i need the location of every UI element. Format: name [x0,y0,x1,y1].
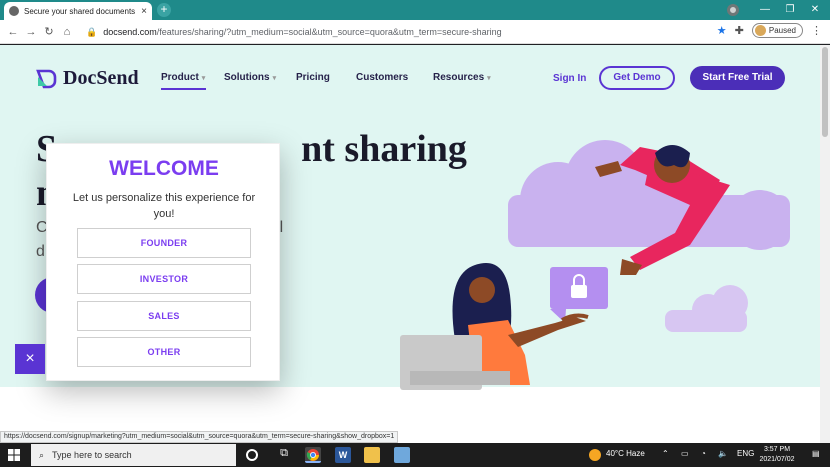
clock-date: 2021/07/02 [759,456,795,463]
webpage: DocSend Product ▾ Solutions ▾ Pricing Cust… [0,45,820,443]
nav-resources[interactable]: Resources ▾ [433,72,491,83]
browser-tab-strip: Secure your shared documents × + — ❐ ✕ [0,0,830,20]
battery-icon[interactable]: ▭ [681,449,689,458]
weather-icon[interactable] [589,449,601,461]
site-header: DocSend Product ▾ Solutions ▾ Pricing Cust… [0,45,820,111]
cortana-icon[interactable] [246,449,258,461]
nav-solutions[interactable]: Solutions ▾ [224,72,276,83]
taskbar-search-box[interactable]: ⌕ Type here to search [31,444,236,466]
bookmark-star-icon[interactable]: ★ [717,24,727,37]
chrome-taskbar-icon[interactable] [305,447,321,463]
welcome-modal: WELCOME Let us personalize this experien… [46,143,280,381]
reload-icon[interactable]: ↻ [40,25,58,38]
chevron-up-icon[interactable]: ⌃ [662,449,669,458]
hero-subtext-2-left: d [36,243,45,260]
url-path: /features/sharing/?utm_medium=social&utm… [156,27,502,37]
modal-close-button[interactable]: × [15,344,45,374]
option-sales-button[interactable]: SALES [77,301,251,331]
new-tab-button[interactable]: + [157,3,171,17]
file-explorer-icon[interactable] [364,447,380,463]
minimize-icon[interactable]: — [755,2,775,18]
back-icon[interactable]: ← [4,26,22,38]
modal-subtitle: Let us personalize this experience for y… [72,192,256,220]
address-toolbar: ← → ↻ ⌂ 🔒 docsend.com /features/sharing/… [0,20,830,44]
option-investor-button[interactable]: INVESTOR [77,264,251,294]
taskbar-clock[interactable]: 3:57 PM 2021/07/02 [756,445,798,465]
wifi-icon[interactable]: ◔ [701,449,706,458]
nav-pricing[interactable]: Pricing [296,72,330,83]
restore-icon[interactable]: ❐ [780,2,800,18]
home-icon[interactable]: ⌂ [58,26,76,38]
docsend-logo-icon [36,69,57,88]
forward-icon[interactable]: → [22,26,40,38]
scrollbar-thumb[interactable] [822,47,828,137]
avatar [754,25,766,36]
modal-title: WELCOME [109,157,219,180]
notifications-icon[interactable]: ▤ [812,449,820,458]
status-bar-url: https://docsend.com/signup/marketing?utm… [0,431,399,443]
menu-kebab-icon[interactable]: ⋮ [811,24,822,37]
tab-close-icon[interactable]: × [141,6,147,17]
option-other-button[interactable]: OTHER [77,337,251,367]
chevron-down-icon: ▾ [487,75,491,82]
option-founder-button[interactable]: FOUNDER [77,228,251,258]
browser-tab[interactable]: Secure your shared documents × [4,2,152,20]
task-view-icon[interactable]: ⧉ [276,447,292,463]
get-demo-button[interactable]: Get Demo [599,66,675,90]
nav-customers[interactable]: Customers [356,72,408,83]
hero-illustration [400,140,790,390]
hero-subtext-1-right: l [279,219,284,236]
nav-active-underline [161,88,206,90]
media-control-icon[interactable] [727,4,739,16]
profile-status: Paused [768,26,796,35]
nav-customers-label: Customers [356,72,409,83]
page-scrollbar[interactable] [820,45,830,443]
profile-button[interactable]: Paused [751,23,803,38]
clock-time: 3:57 PM [763,446,791,453]
url-host: docsend.com [103,27,157,37]
brand-name: DocSend [63,67,139,89]
favicon-icon [9,6,19,16]
brand-logo[interactable]: DocSend [35,67,139,90]
sign-in-link[interactable]: Sign In [553,73,586,84]
word-taskbar-icon[interactable]: W [335,447,351,463]
extensions-icon[interactable]: ✚ [735,24,744,37]
nav-pricing-label: Pricing [296,72,330,83]
chevron-down-icon: ▾ [201,75,206,82]
windows-taskbar: ⌕ Type here to search ⧉ W 40°C Haze ⌃ ▭ … [0,443,830,467]
tab-title: Secure your shared documents [24,6,136,16]
language-indicator[interactable]: ENG [737,449,754,458]
nav-resources-label: Resources [433,72,485,83]
photos-taskbar-icon[interactable] [394,447,410,463]
toolbar-right: ★ ✚ Paused ⋮ [717,23,822,38]
nav-product-label: Product [161,72,199,83]
window-close-icon[interactable]: ✕ [805,2,825,18]
search-placeholder: Type here to search [52,450,132,460]
windows-start-icon[interactable] [8,449,20,461]
weather-text[interactable]: 40°C Haze [606,449,645,458]
search-icon: ⌕ [39,449,45,460]
chevron-down-icon: ▾ [272,75,277,82]
url-bar[interactable]: 🔒 docsend.com /features/sharing/?utm_med… [86,23,704,41]
start-free-trial-button[interactable]: Start Free Trial [690,66,785,90]
nav-solutions-label: Solutions [224,72,270,83]
nav-product[interactable]: Product ▾ [161,72,205,83]
lock-icon: 🔒 [86,26,98,37]
screen: Secure your shared documents × + — ❐ ✕ ←… [0,0,830,467]
volume-icon[interactable]: 🔈 [718,449,728,458]
cloud-small-icon [665,285,748,332]
